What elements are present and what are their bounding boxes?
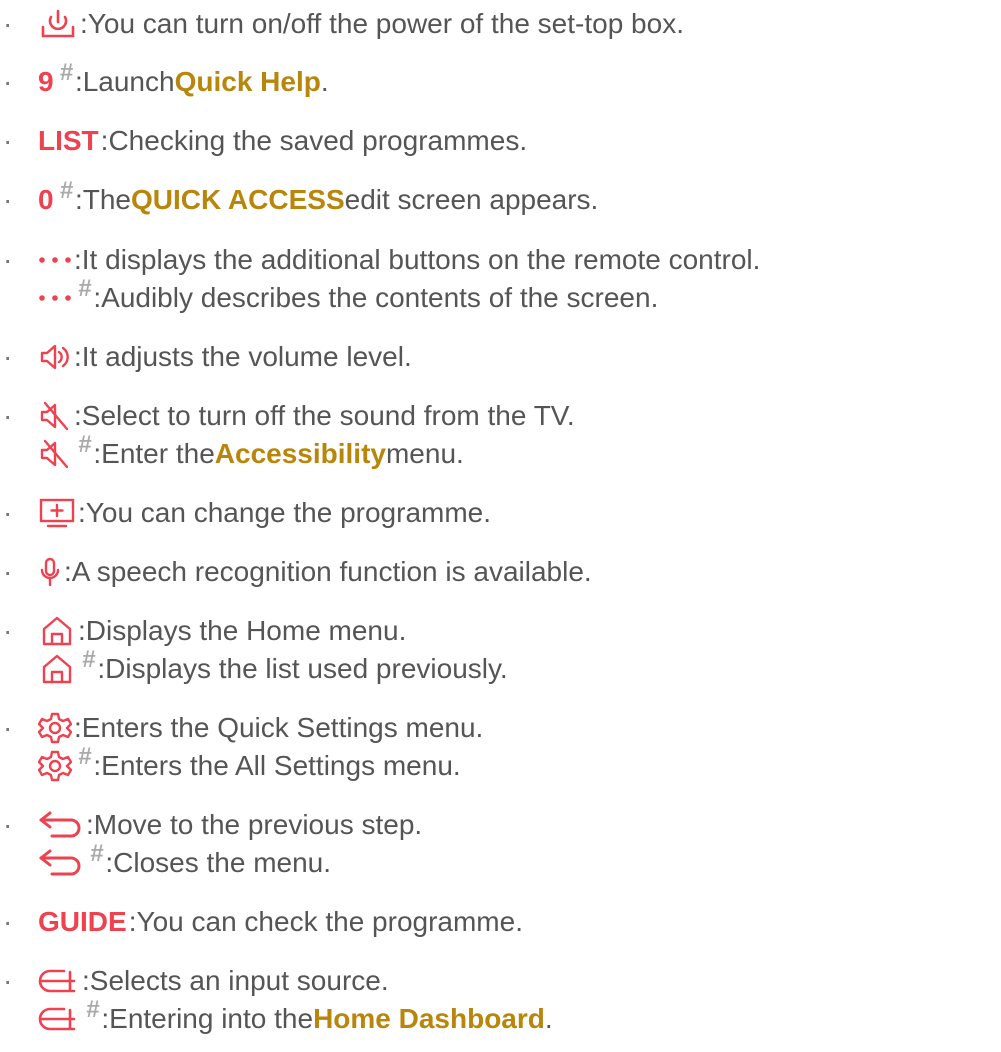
highlight-link[interactable]: Accessibility	[215, 434, 386, 474]
hash-mark: #	[82, 646, 96, 673]
bullet: ·	[3, 125, 13, 156]
highlight-link[interactable]: Home Dashboard	[313, 999, 545, 1039]
mute-icon	[38, 438, 72, 470]
description: Enters the All Settings menu.	[101, 750, 461, 781]
description: You can turn on/off the power of the set…	[87, 8, 684, 39]
power-icon	[38, 7, 78, 41]
key-label: GUIDE	[38, 906, 127, 937]
hash-mark: #	[78, 743, 92, 770]
hash-mark: #	[86, 996, 100, 1023]
hash-mark: #	[78, 275, 92, 302]
bullet: ·	[3, 400, 13, 431]
bullet: ·	[3, 809, 13, 840]
description: Select to turn off the sound from the TV…	[81, 400, 575, 431]
description: You can change the programme.	[85, 497, 492, 528]
bullet: ·	[3, 184, 13, 215]
bullet: ·	[3, 712, 13, 743]
mute-icon	[38, 400, 72, 432]
description: Closes the menu.	[113, 847, 332, 878]
home-icon	[38, 653, 76, 685]
home-icon	[38, 615, 76, 647]
input-source-icon	[38, 966, 80, 996]
hash-mark: #	[59, 59, 73, 86]
highlight-link[interactable]: Quick Help	[175, 62, 321, 102]
bullet: ·	[3, 497, 13, 528]
bullet: ·	[3, 965, 13, 996]
highlight-link[interactable]: QUICK ACCESS	[131, 180, 345, 220]
bullet: ·	[3, 615, 13, 646]
description: Checking the saved programmes.	[108, 125, 528, 156]
hash-mark: #	[78, 431, 92, 458]
key-label: 9	[38, 66, 54, 97]
description: A speech recognition function is availab…	[71, 556, 592, 587]
key-label: 0	[38, 184, 54, 215]
channel-icon	[38, 497, 76, 529]
bullet: ·	[3, 244, 13, 275]
description: Enters the Quick Settings menu.	[81, 712, 484, 743]
description: Displays the list used previously.	[105, 653, 508, 684]
bullet: ·	[3, 66, 13, 97]
back-arrow-icon	[38, 848, 84, 878]
volume-icon	[38, 342, 72, 372]
more-dots-icon	[38, 293, 72, 303]
description: It adjusts the volume level.	[81, 341, 412, 372]
settings-gear-icon	[38, 711, 72, 745]
hash-mark: #	[59, 177, 73, 204]
bullet: ·	[3, 556, 13, 587]
key-label: LIST	[38, 125, 99, 156]
description: It displays the additional buttons on th…	[81, 244, 761, 275]
description: Displays the Home menu.	[85, 615, 407, 646]
description: You can check the programme.	[136, 906, 523, 937]
description: Selects an input source.	[89, 965, 389, 996]
more-dots-icon	[38, 255, 72, 265]
settings-gear-icon	[38, 749, 72, 783]
hash-mark: #	[90, 840, 104, 867]
bullet: ·	[3, 906, 13, 937]
input-source-icon	[38, 1004, 80, 1034]
description: Audibly describes the contents of the sc…	[101, 282, 659, 313]
microphone-icon	[38, 556, 62, 588]
description: Move to the previous step.	[93, 809, 423, 840]
bullet: ·	[3, 8, 13, 39]
bullet: ·	[3, 341, 13, 372]
back-arrow-icon	[38, 810, 84, 840]
